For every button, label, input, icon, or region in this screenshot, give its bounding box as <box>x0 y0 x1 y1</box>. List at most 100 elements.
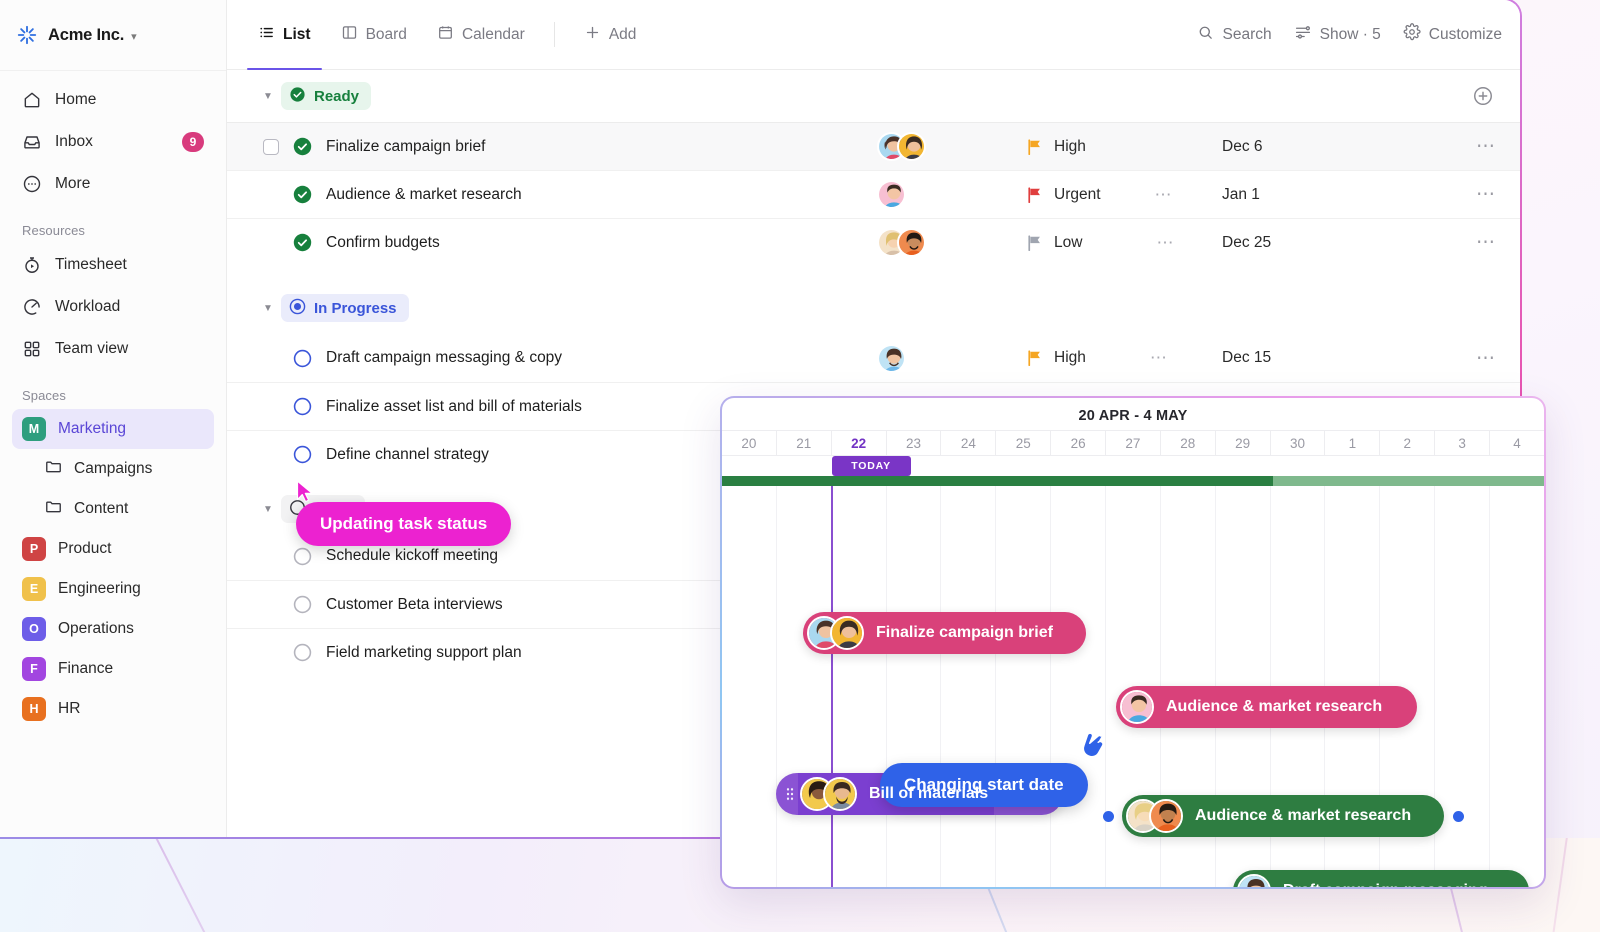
due-date[interactable]: Dec 25 <box>1222 234 1402 252</box>
priority-cell[interactable]: Urgent ⋯ <box>1027 185 1227 205</box>
gantt-day[interactable]: 25 <box>996 431 1052 455</box>
tab-board[interactable]: Board <box>328 0 420 69</box>
chevron-down-icon[interactable]: ▼ <box>263 303 281 314</box>
table-row[interactable]: Audience & market research Urgent ⋯ Jan … <box>227 170 1520 218</box>
priority-menu-button[interactable]: ⋯ <box>1156 233 1175 253</box>
status-toggle-open[interactable] <box>293 595 312 614</box>
task-name[interactable]: Audience & market research <box>326 186 522 204</box>
sidebar-item-marketing[interactable]: M Marketing <box>12 409 214 449</box>
gantt-day[interactable]: 23 <box>887 431 942 455</box>
sidebar-item-content[interactable]: Content <box>12 489 214 529</box>
sidebar-item-finance[interactable]: F Finance <box>12 649 214 689</box>
status-toggle-open[interactable] <box>293 643 312 662</box>
status-toggle-done[interactable] <box>293 137 312 156</box>
gantt-bar-audience-market-research-pink[interactable]: Audience & market research <box>1116 686 1417 728</box>
gantt-day[interactable]: 20 <box>722 431 777 455</box>
due-date[interactable]: Dec 6 <box>1222 138 1402 156</box>
sidebar-item-team-view[interactable]: Team view <box>12 328 214 370</box>
task-name[interactable]: Confirm budgets <box>326 234 440 252</box>
gantt-day[interactable]: 26 <box>1051 431 1107 455</box>
status-toggle-done[interactable] <box>293 185 312 204</box>
avatar-group <box>1237 874 1271 887</box>
status-toggle-open[interactable] <box>293 445 312 464</box>
task-name[interactable]: Finalize asset list and bill of material… <box>326 398 582 416</box>
gantt-day[interactable]: 29 <box>1216 431 1271 455</box>
show-button[interactable]: Show · 5 <box>1294 23 1381 46</box>
status-toggle-done[interactable] <box>293 233 312 252</box>
chevron-down-icon[interactable]: ▼ <box>263 91 281 102</box>
status-toggle-open[interactable] <box>293 349 312 368</box>
status-toggle-open[interactable] <box>293 397 312 416</box>
task-name[interactable]: Customer Beta interviews <box>326 596 503 614</box>
gantt-day[interactable]: 27 <box>1106 431 1161 455</box>
sidebar-item-operations[interactable]: O Operations <box>12 609 214 649</box>
status-badge[interactable]: Ready <box>281 82 372 110</box>
status-badge[interactable]: In Progress <box>281 294 409 322</box>
gantt-day[interactable]: 3 <box>1435 431 1491 455</box>
gantt-bar-finalize-campaign-brief[interactable]: Finalize campaign brief <box>803 612 1086 654</box>
customize-button[interactable]: Customize <box>1403 23 1502 46</box>
table-row[interactable]: Finalize campaign brief High Dec 6 ⋯ <box>227 122 1520 170</box>
group-header-in-progress[interactable]: ▼ In Progress <box>227 282 1520 334</box>
table-row[interactable]: Confirm budgets Low ⋯ Dec 25 ⋯ <box>227 218 1520 266</box>
priority-cell[interactable]: High <box>1027 138 1227 156</box>
gantt-day[interactable]: 28 <box>1161 431 1216 455</box>
gantt-day[interactable]: 2 <box>1380 431 1436 455</box>
search-button[interactable]: Search <box>1197 24 1272 46</box>
chevron-down-icon[interactable]: ▾ <box>131 30 137 43</box>
gantt-day[interactable]: 4 <box>1490 431 1544 455</box>
priority-cell[interactable]: High ⋯ <box>1027 348 1227 368</box>
due-date[interactable]: Jan 1 <box>1222 186 1402 204</box>
assignee-cell[interactable] <box>877 343 997 373</box>
gantt-day-today[interactable]: 22 <box>832 431 887 455</box>
gantt-bar-draft-campaign-messaging[interactable]: Draft campaign messaging <box>1233 870 1529 887</box>
workspace-header[interactable]: Acme Inc. ▾ <box>0 0 226 71</box>
sidebar-item-timesheet[interactable]: Timesheet <box>12 244 214 286</box>
row-checkbox[interactable] <box>263 138 279 155</box>
sidebar-item-product[interactable]: P Product <box>12 529 214 569</box>
group-header-ready[interactable]: ▼ Ready <box>227 70 1520 122</box>
sidebar-item-hr[interactable]: H HR <box>12 689 214 729</box>
plus-circle-icon[interactable] <box>1472 85 1494 107</box>
task-name[interactable]: Schedule kickoff meeting <box>326 547 498 565</box>
assignee-cell[interactable] <box>877 132 997 161</box>
sidebar-item-home[interactable]: Home <box>12 79 214 121</box>
status-toggle-open[interactable] <box>293 547 312 566</box>
gantt-bar-end-handle[interactable] <box>1453 811 1464 822</box>
sidebar-item-campaigns[interactable]: Campaigns <box>12 449 214 489</box>
task-name[interactable]: Define channel strategy <box>326 446 489 464</box>
assignee-cell[interactable] <box>877 228 997 257</box>
gantt-day[interactable]: 30 <box>1271 431 1326 455</box>
priority-cell[interactable]: Low ⋯ <box>1027 233 1227 253</box>
gantt-day[interactable]: 21 <box>777 431 832 455</box>
tab-list[interactable]: List <box>245 0 324 70</box>
gear-icon <box>1403 23 1421 46</box>
add-view-button[interactable]: Add <box>571 0 650 69</box>
gantt-bar-audience-market-research-green[interactable]: Audience & market research <box>1122 795 1444 837</box>
due-date[interactable]: Dec 15 <box>1222 349 1402 367</box>
gantt-day[interactable]: 1 <box>1325 431 1381 455</box>
priority-menu-button[interactable]: ⋯ <box>1155 185 1174 205</box>
view-tabs: List Board Calendar Add <box>245 0 650 70</box>
gantt-bar-start-handle[interactable] <box>1103 811 1114 822</box>
task-name[interactable]: Field marketing support plan <box>326 644 522 662</box>
drag-handle-left-icon[interactable] <box>786 787 794 801</box>
sidebar-item-workload[interactable]: Workload <box>12 286 214 328</box>
row-menu-button[interactable]: ⋯ <box>1476 347 1496 370</box>
row-menu-button[interactable]: ⋯ <box>1476 231 1496 254</box>
gantt-day[interactable]: 24 <box>941 431 997 455</box>
task-name[interactable]: Finalize campaign brief <box>326 138 485 156</box>
table-row[interactable]: Draft campaign messaging & copy High ⋯ D… <box>227 334 1520 382</box>
sidebar-item-more[interactable]: More <box>12 163 214 205</box>
chevron-down-icon[interactable]: ▼ <box>263 504 281 515</box>
gantt-bar-label: Audience & market research <box>1195 807 1412 824</box>
priority-menu-button[interactable]: ⋯ <box>1150 348 1169 368</box>
assignee-cell[interactable] <box>877 180 997 209</box>
sidebar-item-inbox[interactable]: Inbox 9 <box>12 121 214 163</box>
sidebar-item-engineering[interactable]: E Engineering <box>12 569 214 609</box>
row-menu-button[interactable]: ⋯ <box>1476 135 1496 158</box>
show-label: Show · 5 <box>1319 25 1381 43</box>
row-menu-button[interactable]: ⋯ <box>1476 183 1496 206</box>
tab-calendar[interactable]: Calendar <box>424 0 538 69</box>
task-name[interactable]: Draft campaign messaging & copy <box>326 349 562 367</box>
